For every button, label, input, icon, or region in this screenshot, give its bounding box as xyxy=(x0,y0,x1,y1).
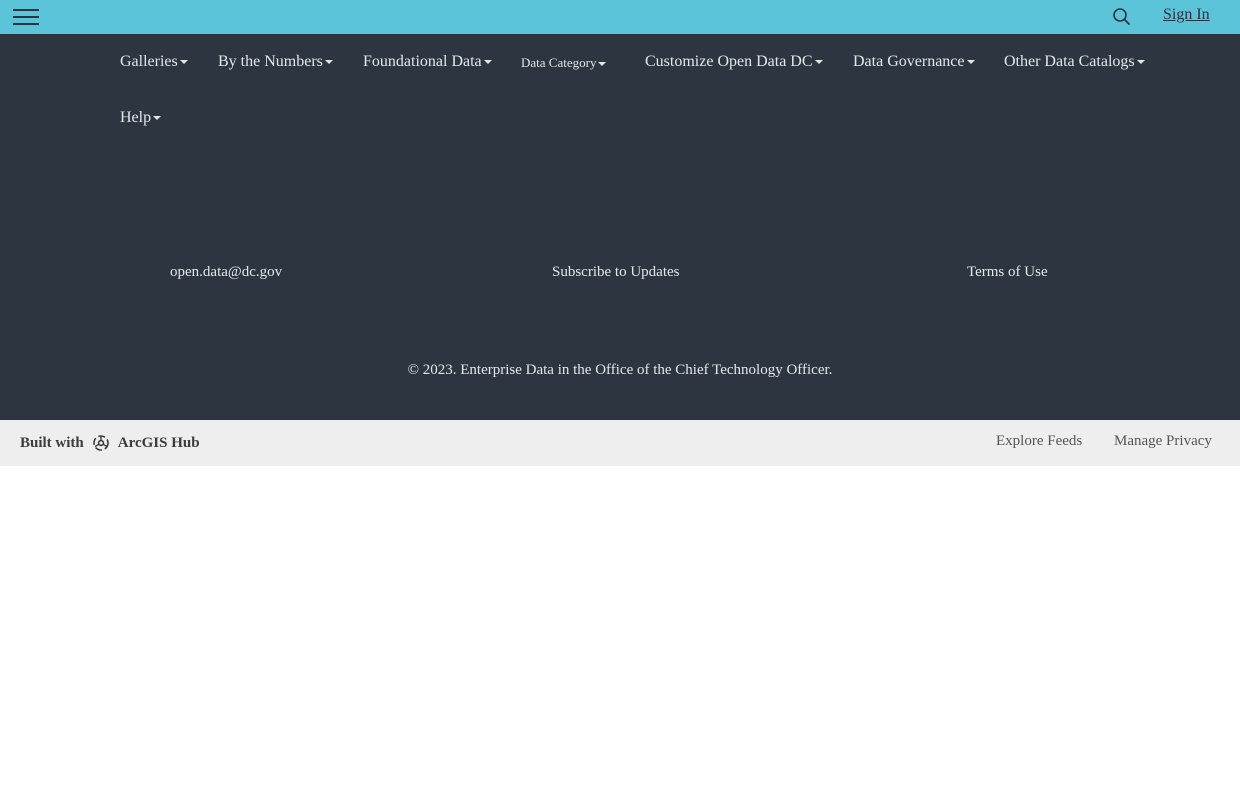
search-icon[interactable] xyxy=(1111,6,1133,28)
caret-down-icon xyxy=(483,60,492,65)
nav-foundational-data[interactable]: Foundational Data xyxy=(363,52,492,72)
explore-feeds-link[interactable]: Explore Feeds xyxy=(996,433,1082,450)
nav-data-governance[interactable]: Data Governance xyxy=(853,52,975,72)
sign-in-link[interactable]: Sign In xyxy=(1163,6,1210,24)
arcgis-hub-label: ArcGIS Hub xyxy=(117,434,200,451)
nav-other-data-catalogs-label: Other Data Catalogs xyxy=(1004,53,1135,70)
nav-help-label: Help xyxy=(120,109,152,126)
nav-customize-open-data-dc-label: Customize Open Data DC xyxy=(645,53,813,70)
nav-by-the-numbers-label: By the Numbers xyxy=(218,53,323,70)
caret-down-icon xyxy=(153,116,162,121)
subscribe-link[interactable]: Subscribe to Updates xyxy=(552,264,679,281)
email-link[interactable]: open.data@dc.gov xyxy=(170,264,282,281)
top-bar: Sign In xyxy=(0,0,1240,34)
caret-down-icon xyxy=(1136,60,1145,65)
built-with-label: Built with xyxy=(20,434,84,451)
built-with-arcgis-hub[interactable]: Built with ArcGIS Hub xyxy=(20,433,200,453)
nav-customize-open-data-dc[interactable]: Customize Open Data DC xyxy=(645,52,823,72)
nav-galleries[interactable]: Galleries xyxy=(120,52,188,72)
caret-down-icon xyxy=(814,60,823,65)
nav-data-category-label: Data Category xyxy=(521,55,597,70)
arcgis-hub-icon xyxy=(91,433,111,453)
caret-down-icon xyxy=(598,62,607,67)
nav-other-data-catalogs[interactable]: Other Data Catalogs xyxy=(1004,52,1145,72)
bottom-bar: Built with ArcGIS Hub Explore Feeds Mana… xyxy=(0,420,1240,466)
terms-of-use-link[interactable]: Terms of Use xyxy=(967,264,1048,281)
copyright-text: © 2023. Enterprise Data in the Office of… xyxy=(407,362,833,378)
nav-galleries-label: Galleries xyxy=(120,53,178,70)
nav-help[interactable]: Help xyxy=(120,108,162,128)
nav-data-category[interactable]: Data Category xyxy=(521,53,607,73)
hamburger-menu-icon[interactable] xyxy=(13,6,39,28)
manage-privacy-link[interactable]: Manage Privacy xyxy=(1114,433,1212,450)
site-footer: Galleries By the Numbers Foundational Da… xyxy=(0,34,1240,420)
caret-down-icon xyxy=(324,60,333,65)
nav-data-governance-label: Data Governance xyxy=(853,53,965,70)
caret-down-icon xyxy=(966,60,975,65)
nav-by-the-numbers[interactable]: By the Numbers xyxy=(218,52,333,72)
nav-foundational-data-label: Foundational Data xyxy=(363,53,482,70)
caret-down-icon xyxy=(179,60,188,65)
